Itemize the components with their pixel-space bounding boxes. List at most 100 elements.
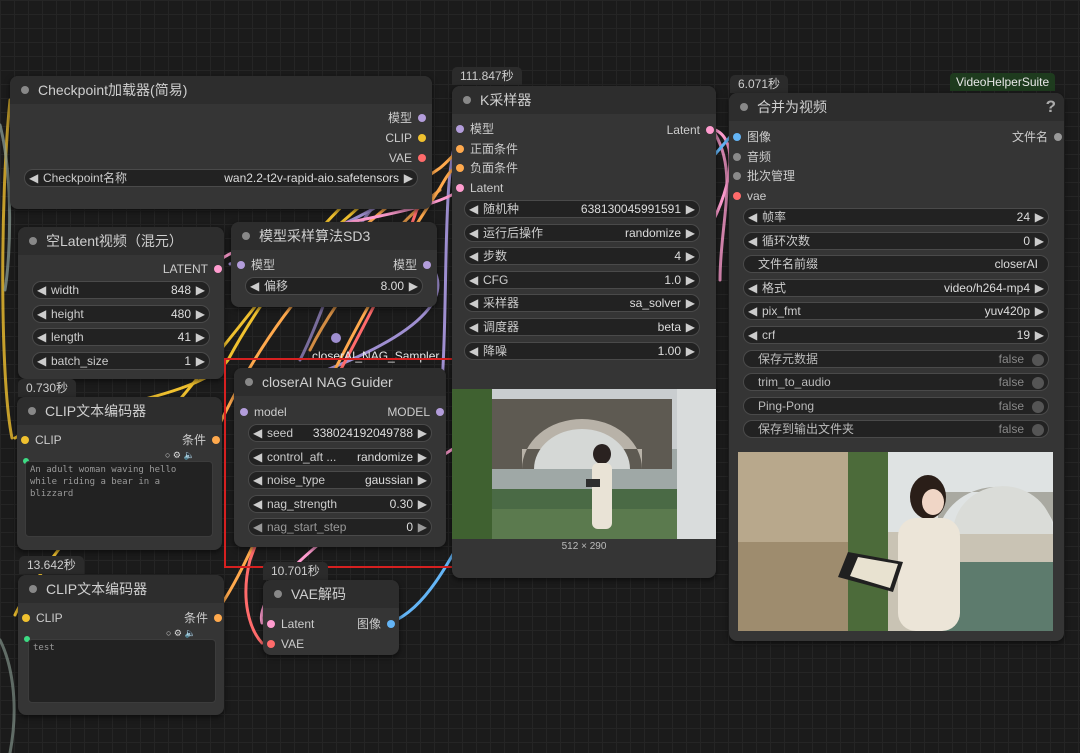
combine-widget2-1[interactable]: ◀ pix_fmt yuv420p ▶ (743, 302, 1049, 321)
checkpoint-loader-title[interactable]: Checkpoint加载器(简易) (10, 76, 432, 104)
combine-title[interactable]: 合并为视频 (729, 93, 1064, 121)
output-latent[interactable]: LATENT (163, 261, 222, 277)
collapse-dot-icon[interactable] (21, 86, 29, 94)
arrow-left-icon[interactable]: ◀ (37, 282, 46, 298)
arrow-left-icon[interactable]: ◀ (37, 353, 46, 369)
model-sampling-sd3-node[interactable]: 模型采样算法SD3 模型 模型 ◀ 偏移 8.00 ▶ (231, 222, 437, 307)
arrow-right-icon[interactable]: ▶ (1035, 233, 1044, 249)
input-model[interactable]: 模型 (237, 257, 275, 273)
input-slot[interactable]: vae (733, 188, 766, 204)
output-conditioning[interactable]: 条件 (184, 610, 222, 626)
arrow-right-icon[interactable]: ▶ (686, 201, 695, 217)
vae-pin-icon[interactable] (418, 154, 426, 162)
toggle-knob-icon[interactable] (1032, 424, 1044, 437)
input-latent[interactable]: Latent (267, 616, 314, 632)
ksampler-widget-1[interactable]: ◀ 运行后操作 randomize ▶ (464, 223, 700, 242)
sd3-title[interactable]: 模型采样算法SD3 (231, 222, 437, 250)
arrow-right-icon[interactable]: ▶ (1035, 280, 1044, 296)
clip-text-encode-node-bottom[interactable]: CLIP文本编码器 CLIP 条件 ○ ⚙ 🔈 test (18, 575, 224, 715)
ksampler-widget-5[interactable]: ◀ 调度器 beta ▶ (464, 318, 700, 336)
arrow-right-icon[interactable]: ▶ (686, 319, 695, 335)
input-slot[interactable]: 音频 (733, 149, 771, 165)
combine-widget2-2[interactable]: ◀ crf 19 ▶ (743, 326, 1049, 344)
arrow-left-icon[interactable]: ◀ (748, 327, 757, 343)
prompt-textarea[interactable]: test (28, 639, 216, 703)
arrow-left-icon[interactable]: ◀ (469, 272, 478, 288)
input-slot[interactable]: 负面条件 (456, 160, 518, 176)
latent-widget-length[interactable]: ◀ length 41 ▶ (32, 328, 210, 346)
output-model[interactable]: 模型 (393, 257, 431, 273)
ksampler-widget-6[interactable]: ◀ 降噪 1.00 ▶ (464, 341, 700, 360)
arrow-left-icon[interactable]: ◀ (469, 225, 478, 241)
clip-top-title[interactable]: CLIP文本编码器 (17, 397, 222, 425)
input-clip[interactable]: CLIP (22, 610, 63, 626)
arrow-right-icon[interactable]: ▶ (196, 353, 205, 369)
clip-pin-icon[interactable] (418, 134, 426, 142)
input-pin-icon[interactable] (456, 183, 464, 192)
clip-text-encode-node-top[interactable]: CLIP文本编码器 CLIP 条件 ○ ⚙ 🔈 An adult woman w… (17, 397, 222, 550)
toggle-1[interactable]: trim_to_audio false (743, 373, 1049, 392)
mini-toolbar-icons[interactable]: ○ ⚙ 🔈 (165, 450, 195, 461)
combine-widget-0[interactable]: ◀ 帧率 24 ▶ (743, 208, 1049, 226)
collapse-dot-icon[interactable] (463, 96, 471, 104)
latent-pin-icon[interactable] (214, 265, 222, 273)
latent-widget-height[interactable]: ◀ height 480 ▶ (32, 304, 210, 323)
ksampler-widget-0[interactable]: ◀ 随机种 638130045991591 ▶ (464, 200, 700, 218)
conditioning-pin-icon[interactable] (212, 436, 220, 444)
arrow-left-icon[interactable]: ◀ (37, 329, 46, 345)
input-slot[interactable]: 模型 (456, 121, 494, 137)
ksampler-widget-4[interactable]: ◀ 采样器 sa_solver ▶ (464, 294, 700, 313)
input-slot[interactable]: 批次管理 (733, 168, 795, 184)
input-clip[interactable]: CLIP (21, 432, 62, 448)
ksampler-widget-2[interactable]: ◀ 步数 4 ▶ (464, 247, 700, 266)
arrow-right-icon[interactable]: ▶ (1035, 327, 1044, 343)
arrow-left-icon[interactable]: ◀ (29, 170, 38, 186)
collapse-dot-icon[interactable] (274, 590, 282, 598)
latent-pin-icon[interactable] (267, 620, 275, 628)
arrow-left-icon[interactable]: ◀ (469, 248, 478, 264)
output-conditioning[interactable]: 条件 (182, 432, 220, 448)
model-pin-icon[interactable] (423, 261, 431, 269)
combine-widget2-0[interactable]: ◀ 格式 video/h264-mp4 ▶ (743, 278, 1049, 297)
output-latent[interactable]: Latent (667, 122, 714, 138)
filename-prefix-widget[interactable]: 文件名前缀 closerAI (743, 255, 1049, 274)
latent-widget-batch_size[interactable]: ◀ batch_size 1 ▶ (32, 351, 210, 370)
input-slot[interactable]: 图像 (733, 129, 771, 145)
clip-pin-icon[interactable] (22, 614, 30, 622)
arrow-left-icon[interactable]: ◀ (250, 278, 259, 294)
arrow-left-icon[interactable]: ◀ (748, 233, 757, 249)
toggle-knob-icon[interactable] (1032, 377, 1044, 390)
vae-decode-node[interactable]: VAE解码 Latent VAE 图像 (263, 580, 399, 655)
output-model[interactable]: 模型 (388, 110, 426, 126)
shift-widget[interactable]: ◀ 偏移 8.00 ▶ (245, 277, 423, 295)
clip-pin-icon[interactable] (21, 436, 29, 444)
output-image[interactable]: 图像 (357, 616, 395, 632)
collapse-dot-icon[interactable] (740, 103, 748, 111)
vae-pin-icon[interactable] (267, 640, 275, 648)
arrow-left-icon[interactable]: ◀ (37, 306, 46, 322)
arrow-left-icon[interactable]: ◀ (469, 201, 478, 217)
collapse-dot-icon[interactable] (242, 232, 250, 240)
input-slot[interactable]: 正面条件 (456, 141, 518, 157)
toggle-knob-icon[interactable] (1032, 353, 1044, 366)
arrow-right-icon[interactable]: ▶ (1035, 209, 1044, 225)
arrow-right-icon[interactable]: ▶ (686, 248, 695, 264)
model-pin-icon[interactable] (237, 261, 245, 269)
input-pin-icon[interactable] (733, 133, 741, 141)
arrow-left-icon[interactable]: ◀ (469, 343, 478, 359)
toggle-3[interactable]: 保存到输出文件夹 false (743, 420, 1049, 439)
output-clip[interactable]: CLIP (385, 130, 426, 146)
collapse-dot-icon[interactable] (29, 237, 37, 245)
mini-toolbar-icons[interactable]: ○ ⚙ 🔈 (166, 628, 196, 639)
arrow-left-icon[interactable]: ◀ (469, 319, 478, 335)
checkpoint-name-combo[interactable]: ◀ Checkpoint名称 wan2.2-t2v-rapid-aio.safe… (24, 169, 418, 187)
latent-widget-width[interactable]: ◀ width 848 ▶ (32, 281, 210, 299)
combine-widget-1[interactable]: ◀ 循环次数 0 ▶ (743, 231, 1049, 250)
output-filename[interactable]: 文件名 (1012, 129, 1062, 145)
ksampler-title[interactable]: K采样器 (452, 86, 716, 114)
arrow-right-icon[interactable]: ▶ (196, 329, 205, 345)
empty-latent-title[interactable]: 空Latent视频（混元） (18, 227, 224, 255)
input-pin-icon[interactable] (733, 172, 741, 181)
model-pin-icon[interactable] (418, 114, 426, 122)
input-vae[interactable]: VAE (267, 636, 304, 652)
